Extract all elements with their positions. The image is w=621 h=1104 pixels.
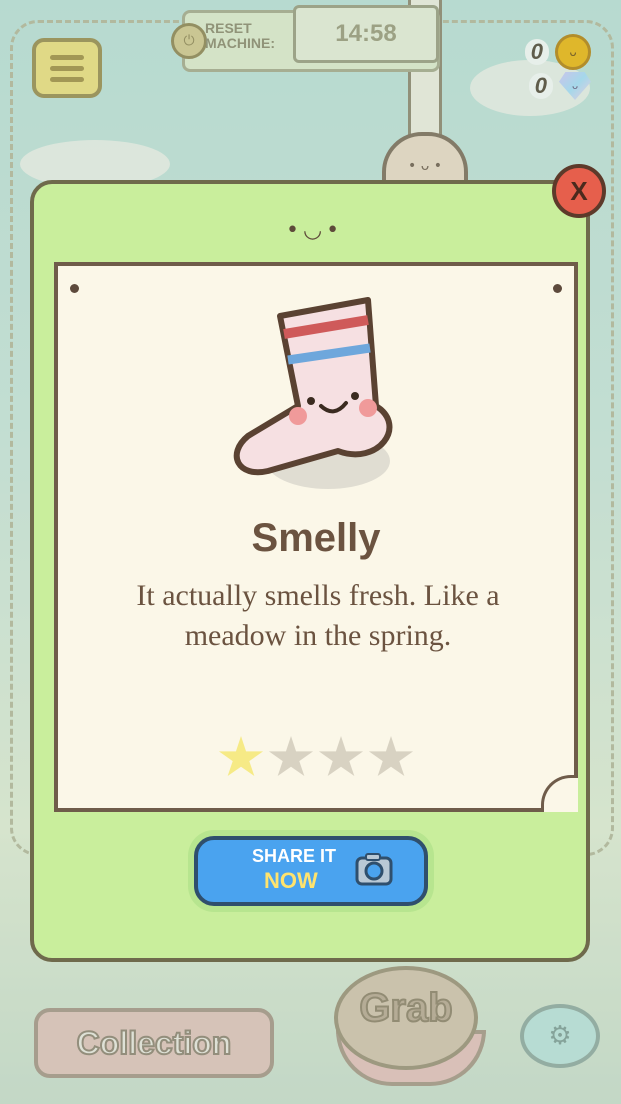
share-label-line1: SHARE IT xyxy=(252,846,337,866)
modal-face-decoration: •◡• xyxy=(286,218,344,243)
share-label-line2: NOW xyxy=(264,868,318,893)
card-pin xyxy=(70,284,79,293)
item-modal: •◡• Smelly It actually smells fresh. Lik… xyxy=(30,180,590,962)
star-icon xyxy=(218,736,264,777)
item-description: It actually smells fresh. Like a meadow … xyxy=(136,579,500,652)
item-name: Smelly xyxy=(251,516,381,560)
page-curl xyxy=(541,775,578,812)
camera-icon xyxy=(355,853,393,886)
rarity-stars xyxy=(218,736,414,780)
star-icon xyxy=(368,736,414,777)
star-icon xyxy=(318,736,364,777)
star-icon xyxy=(268,736,314,777)
item-card: Smelly It actually smells fresh. Like a … xyxy=(54,262,578,812)
close-button[interactable]: X xyxy=(552,164,606,218)
share-button[interactable]: SHARE IT NOW xyxy=(194,836,428,906)
card-pin xyxy=(553,284,562,293)
sock-icon xyxy=(233,297,393,489)
